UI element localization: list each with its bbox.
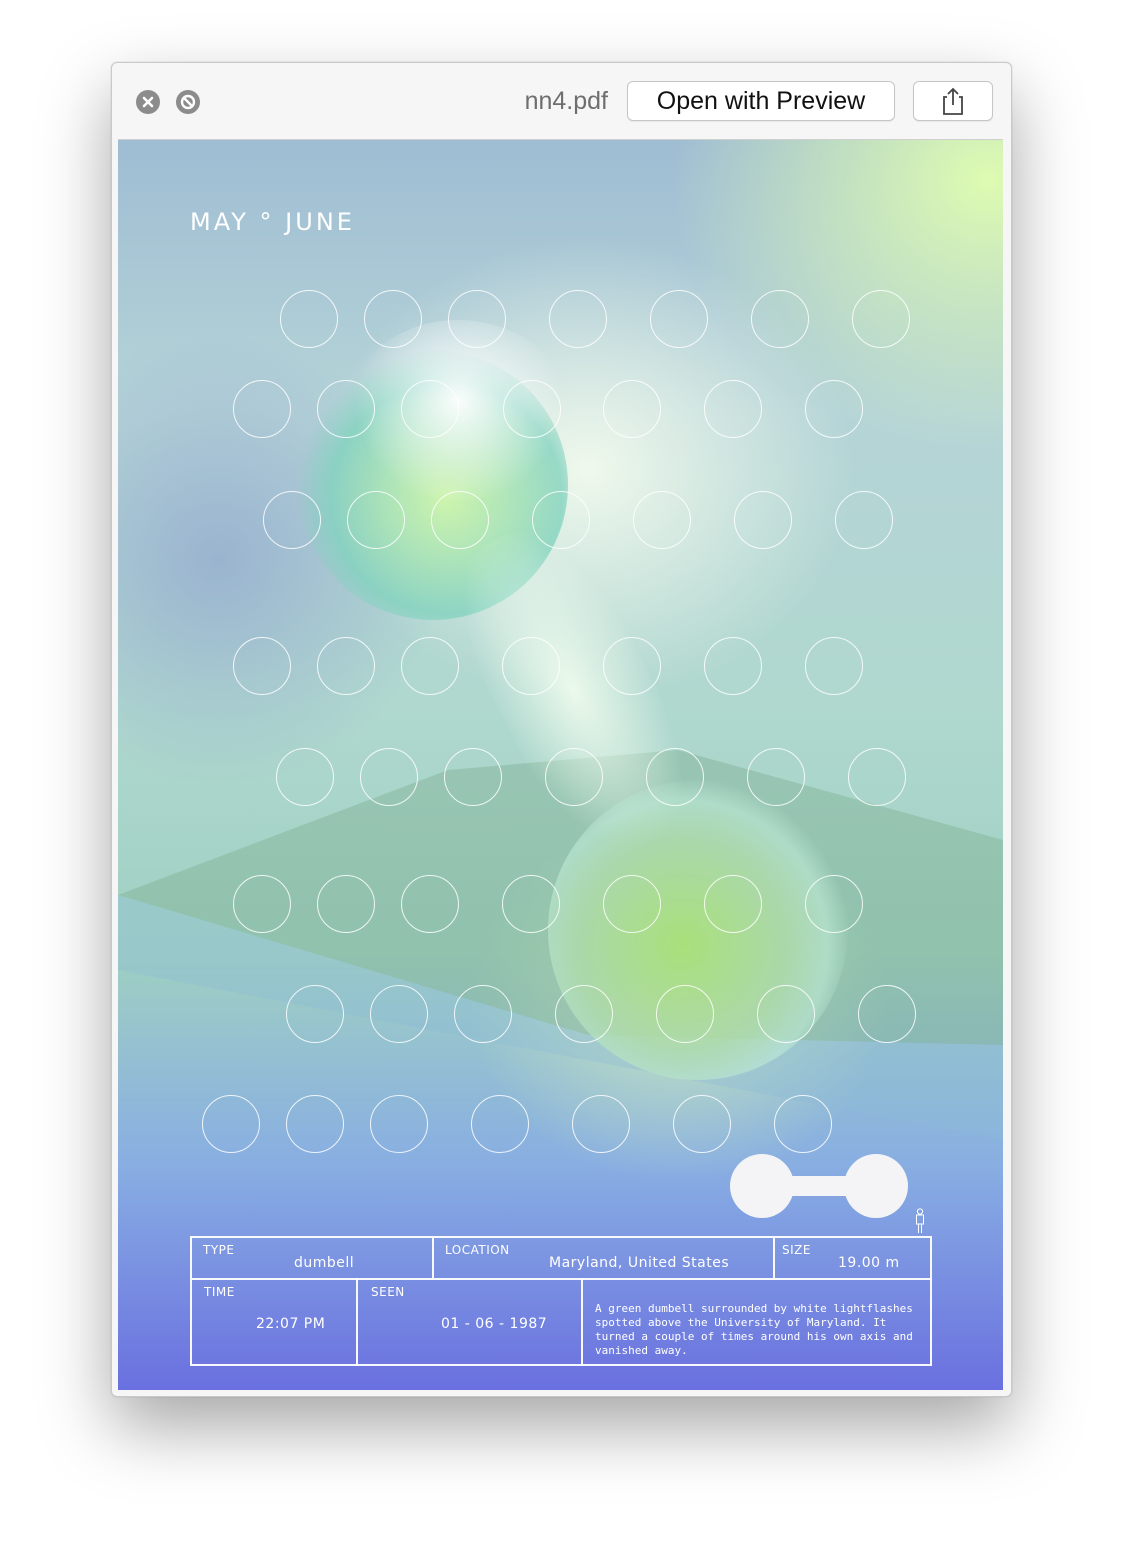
grid-circle	[549, 290, 607, 348]
type-label: TYPE	[203, 1243, 235, 1257]
seen-cell: SEEN 01 - 06 - 1987	[358, 1280, 581, 1366]
grid-circle	[704, 380, 762, 438]
grid-circle	[317, 637, 375, 695]
share-button[interactable]	[913, 81, 993, 121]
grid-circle	[650, 290, 708, 348]
pdf-page: MAY ° JUNE TYPE dumbell LOCATION Marylan…	[118, 139, 1003, 1390]
grid-circle	[858, 985, 916, 1043]
close-button[interactable]	[136, 90, 160, 114]
grid-circle	[835, 491, 893, 549]
person-scale-icon	[916, 1208, 924, 1233]
time-cell: TIME 22:07 PM	[192, 1280, 356, 1366]
location-cell: LOCATION Maryland, United States	[434, 1238, 773, 1278]
exit-fullscreen-button[interactable]	[176, 90, 200, 114]
time-label: TIME	[204, 1285, 235, 1299]
grid-circle	[774, 1095, 832, 1153]
description-text: A green dumbell surrounded by white ligh…	[595, 1302, 913, 1357]
title-bar: nn4.pdf Open with Preview	[112, 63, 1011, 139]
grid-circle	[633, 491, 691, 549]
grid-circle	[603, 380, 661, 438]
grid-circle	[734, 491, 792, 549]
grid-circle	[656, 985, 714, 1043]
share-icon	[943, 87, 963, 115]
grid-circle	[233, 637, 291, 695]
location-label: LOCATION	[445, 1243, 510, 1257]
grid-circle	[805, 637, 863, 695]
grid-circle	[545, 748, 603, 806]
grid-circle	[286, 1095, 344, 1153]
grid-circle	[444, 748, 502, 806]
seen-label: SEEN	[371, 1285, 405, 1299]
size-label: SIZE	[782, 1243, 811, 1257]
grid-circle	[848, 748, 906, 806]
grid-circle	[401, 380, 459, 438]
grid-circle	[401, 637, 459, 695]
type-value: dumbell	[294, 1255, 355, 1271]
grid-circle	[431, 491, 489, 549]
grid-circle	[704, 875, 762, 933]
grid-circle	[747, 748, 805, 806]
type-cell: TYPE dumbell	[192, 1238, 432, 1278]
grid-circle	[370, 1095, 428, 1153]
open-with-preview-button[interactable]: Open with Preview	[627, 81, 895, 121]
grid-circle	[233, 875, 291, 933]
file-name: nn4.pdf	[524, 87, 608, 115]
table-divider	[581, 1278, 583, 1366]
grid-circle	[401, 875, 459, 933]
size-cell: SIZE 19.00 m	[775, 1238, 930, 1278]
grid-circle	[555, 985, 613, 1043]
grid-circle	[751, 290, 809, 348]
grid-circle	[673, 1095, 731, 1153]
close-icon	[142, 96, 154, 108]
grid-circle	[503, 380, 561, 438]
size-value: 19.00 m	[838, 1255, 900, 1271]
grid-circle	[454, 985, 512, 1043]
grid-circle	[448, 290, 506, 348]
grid-circle	[532, 491, 590, 549]
seen-value: 01 - 06 - 1987	[441, 1316, 548, 1332]
time-value: 22:07 PM	[256, 1316, 326, 1332]
grid-circle	[347, 491, 405, 549]
grid-circle	[360, 748, 418, 806]
grid-circle	[317, 380, 375, 438]
grid-circle	[317, 875, 375, 933]
grid-circle	[286, 985, 344, 1043]
grid-circle	[370, 985, 428, 1043]
grid-circle	[603, 637, 661, 695]
grid-circle	[805, 875, 863, 933]
grid-circle	[276, 748, 334, 806]
grid-circle	[852, 290, 910, 348]
grid-circle	[502, 875, 560, 933]
grid-circle	[572, 1095, 630, 1153]
dumbbell-icon	[730, 1154, 908, 1218]
grid-circle	[202, 1095, 260, 1153]
grid-circle	[646, 748, 704, 806]
grid-circle	[502, 637, 560, 695]
grid-circle	[471, 1095, 529, 1153]
location-value: Maryland, United States	[549, 1255, 730, 1271]
grid-circle	[364, 290, 422, 348]
grid-circle	[757, 985, 815, 1043]
exit-fullscreen-icon	[180, 94, 196, 110]
sighting-info-table: TYPE dumbell LOCATION Maryland, United S…	[190, 1236, 932, 1366]
quicklook-window: nn4.pdf Open with Preview MAY ° JUNE TYP…	[111, 62, 1012, 1397]
grid-circle	[704, 637, 762, 695]
grid-circle	[233, 380, 291, 438]
grid-circle	[805, 380, 863, 438]
grid-circle	[603, 875, 661, 933]
grid-circle	[263, 491, 321, 549]
grid-circle	[280, 290, 338, 348]
poster-heading: MAY ° JUNE	[190, 208, 355, 236]
